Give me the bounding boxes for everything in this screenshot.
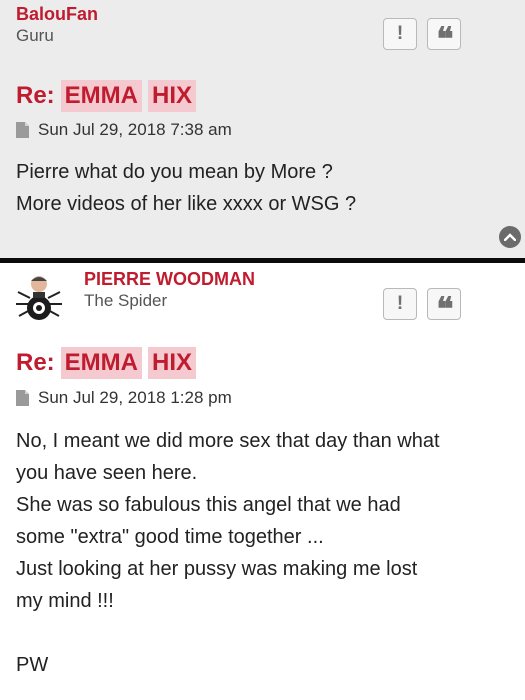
exclamation-icon: ! bbox=[396, 23, 404, 44]
content-line: some "extra" good time together ... bbox=[16, 526, 324, 548]
post-subject[interactable]: Re: EMMA HIX bbox=[16, 80, 197, 112]
avatar[interactable] bbox=[12, 270, 66, 324]
post-content: Pierre what do you mean by More ? More v… bbox=[16, 156, 511, 220]
post-balou: BalouFan Guru ! ❝ Re: EMMA HIX Sun Jul 2… bbox=[0, 0, 525, 258]
report-button[interactable]: ! bbox=[383, 18, 417, 50]
content-line: Just looking at her pussy was making me … bbox=[16, 558, 418, 580]
post-meta: Sun Jul 29, 2018 1:28 pm bbox=[16, 388, 232, 408]
content-line: Pierre what do you mean by More ? bbox=[16, 161, 333, 183]
spider-avatar-icon bbox=[12, 270, 66, 324]
subject-highlight-1: EMMA bbox=[60, 80, 142, 112]
quote-button[interactable]: ❝ bbox=[427, 18, 461, 55]
chevron-up-icon bbox=[504, 233, 516, 241]
content-line: No, I meant we did more sex that day tha… bbox=[16, 430, 440, 452]
subject-prefix: Re: bbox=[16, 82, 55, 109]
author-rank: The Spider bbox=[84, 291, 168, 310]
report-button[interactable]: ! bbox=[383, 288, 417, 320]
author-name[interactable]: BalouFan bbox=[16, 4, 98, 25]
post-subject[interactable]: Re: EMMA HIX bbox=[16, 347, 197, 379]
content-line: More videos of her like xxxx or WSG ? bbox=[16, 193, 357, 215]
subject-highlight-2: HIX bbox=[148, 80, 197, 112]
file-icon[interactable] bbox=[16, 390, 29, 406]
post-meta: Sun Jul 29, 2018 7:38 am bbox=[16, 120, 232, 140]
content-blank-line bbox=[16, 617, 511, 649]
post-date: Sun Jul 29, 2018 7:38 am bbox=[38, 120, 232, 139]
content-signature: PW bbox=[16, 654, 49, 676]
subject-highlight-1: EMMA bbox=[60, 347, 142, 379]
quote-icon: ❝ bbox=[436, 21, 453, 57]
file-icon[interactable] bbox=[16, 122, 29, 138]
quote-icon: ❝ bbox=[436, 291, 453, 327]
post-content: No, I meant we did more sex that day tha… bbox=[16, 425, 511, 681]
post-date: Sun Jul 29, 2018 1:28 pm bbox=[38, 388, 232, 407]
content-line: She was so fabulous this angel that we h… bbox=[16, 494, 401, 516]
author-name[interactable]: PIERRE WOODMAN bbox=[84, 269, 255, 290]
content-line: you have seen here. bbox=[16, 462, 198, 484]
content-line: my mind !!! bbox=[16, 590, 114, 612]
exclamation-icon: ! bbox=[396, 293, 404, 314]
author-rank: Guru bbox=[16, 26, 54, 45]
quote-button[interactable]: ❝ bbox=[427, 288, 461, 325]
scroll-top-button[interactable] bbox=[499, 226, 521, 248]
post-woodman: PIERRE WOODMAN The Spider ! ❝ Re: EMMA H… bbox=[0, 263, 525, 700]
subject-prefix: Re: bbox=[16, 349, 55, 376]
subject-highlight-2: HIX bbox=[148, 347, 197, 379]
